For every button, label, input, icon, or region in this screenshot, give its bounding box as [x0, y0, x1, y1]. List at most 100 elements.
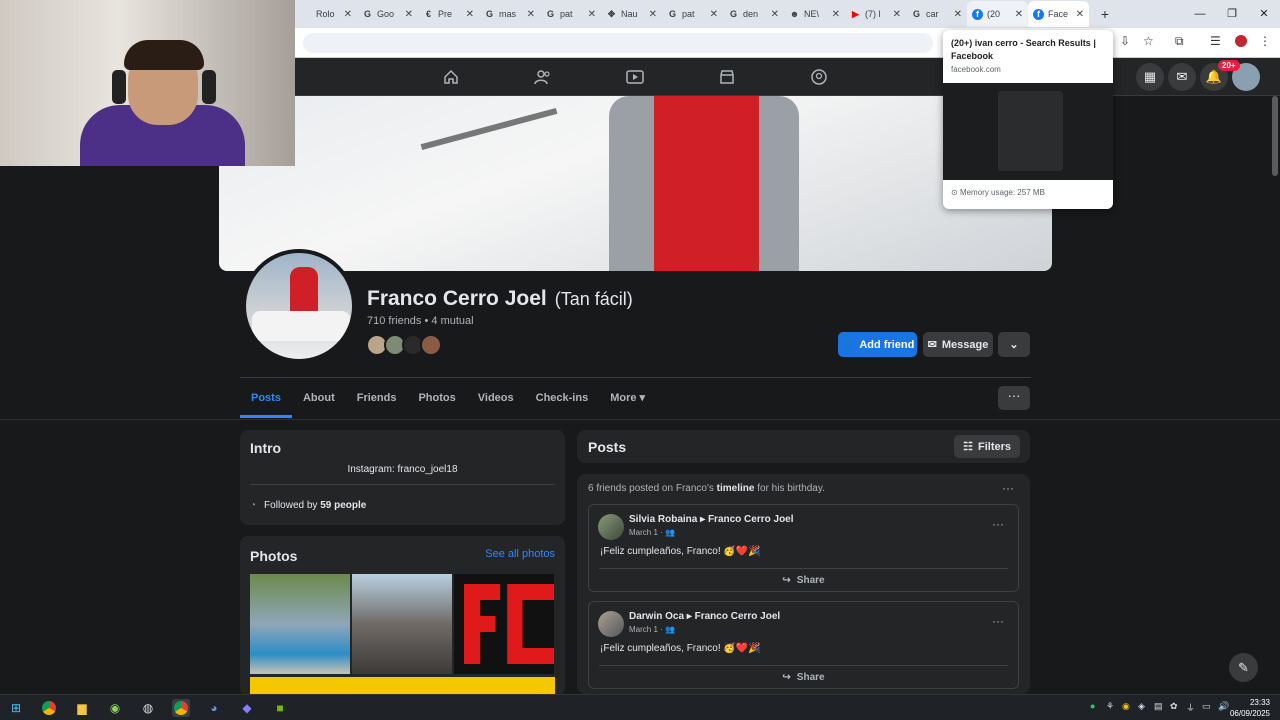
close-tab-icon[interactable]: ✕ [527, 9, 535, 20]
browser-tab[interactable]: ▶ (7) l ✕ [845, 1, 906, 27]
volume-icon[interactable]: 🔊 [1218, 701, 1229, 712]
bookmark-star-icon[interactable]: ☆ [1143, 34, 1154, 48]
new-message-button[interactable]: ✎ [1229, 653, 1258, 682]
close-tab-icon[interactable]: ✕ [344, 9, 352, 20]
tray-icon[interactable]: ⚘ [1106, 701, 1114, 712]
chrome-active-taskbar-icon[interactable] [172, 699, 190, 717]
browser-tab[interactable]: € Pre ✕ [418, 1, 479, 27]
cover-photo[interactable] [219, 96, 1052, 271]
browser-tab[interactable]: Gcar ✕ [906, 1, 967, 27]
mutual-friend-avatar[interactable] [420, 334, 442, 356]
post-item: Silvia Robaina ▸ Franco Cerro Joel March… [588, 504, 1019, 592]
tab-check-ins[interactable]: Check-ins [525, 380, 600, 418]
message-button[interactable]: ✉ Message [923, 332, 993, 357]
tray-icon[interactable]: ◉ [1122, 701, 1130, 712]
post-author-avatar[interactable] [598, 611, 624, 637]
home-icon[interactable] [440, 67, 462, 87]
discord-icon[interactable]: ◕ [205, 699, 223, 717]
post-more-icon[interactable]: ··· [992, 517, 1004, 531]
see-all-photos-link[interactable]: See all photos [485, 548, 555, 560]
tray-icon[interactable]: ◈ [1138, 701, 1145, 712]
reading-list-icon[interactable]: ☰ [1210, 34, 1221, 48]
tray-icon[interactable]: ✿ [1170, 701, 1178, 712]
install-icon[interactable]: ⇩ [1120, 34, 1130, 48]
mutual-friends-avatars [366, 334, 442, 356]
close-tab-icon[interactable]: ✕ [466, 9, 474, 20]
followers-link[interactable]: 59 people [320, 500, 366, 511]
taskbar-clock[interactable]: 23:33 06/09/2025 [1230, 697, 1270, 719]
menu-grid-icon[interactable]: ▦ [1136, 63, 1164, 91]
timeline-link[interactable]: timeline [717, 483, 755, 494]
browser-tab[interactable]: f Face ✕ [1028, 1, 1089, 27]
more-options-dropdown[interactable]: ⌄ [998, 332, 1030, 357]
tab-photos[interactable]: Photos [407, 380, 466, 418]
app-icon[interactable]: ◆ [238, 699, 256, 717]
extensions-icon[interactable]: ⧉ [1175, 34, 1184, 49]
profile-picture[interactable] [242, 249, 356, 363]
tab-about[interactable]: About [292, 380, 346, 418]
obs-icon[interactable]: ◍ [139, 699, 157, 717]
browser-tab[interactable]: Gpat ✕ [662, 1, 723, 27]
browser-menu-icon[interactable]: ⋮ [1259, 34, 1271, 48]
photo-thumbnail[interactable] [454, 574, 554, 674]
browser-tab[interactable]: G Goo ✕ [357, 1, 418, 27]
file-explorer-icon[interactable]: ▆ [73, 699, 91, 717]
tray-status-icon[interactable]: ● [1090, 701, 1095, 711]
browser-tab[interactable]: ☻ NE\ ✕ [784, 1, 845, 27]
close-tab-icon[interactable]: ✕ [1076, 9, 1084, 20]
tab-friends[interactable]: Friends [346, 380, 408, 418]
minimize-button[interactable]: — [1184, 0, 1216, 28]
close-tab-icon[interactable]: ✕ [771, 9, 779, 20]
browser-tab[interactable]: ✥ Nau ✕ [601, 1, 662, 27]
filters-button[interactable]: ☷ Filters [954, 435, 1020, 458]
browser-tab[interactable]: f (20 ✕ [967, 1, 1028, 27]
post-more-icon[interactable]: ··· [992, 614, 1004, 628]
tab-posts[interactable]: Posts [240, 380, 292, 418]
close-tab-icon[interactable]: ✕ [832, 9, 840, 20]
tab-more[interactable]: More ▾ [599, 380, 656, 418]
browser-tab[interactable]: Rolo ✕ [296, 1, 357, 27]
post-author-avatar[interactable] [598, 514, 624, 540]
close-tab-icon[interactable]: ✕ [710, 9, 718, 20]
tray-icon[interactable]: ▤ [1154, 701, 1163, 712]
video-icon[interactable] [624, 67, 646, 87]
close-window-button[interactable]: ✕ [1248, 0, 1280, 28]
nvidia-icon[interactable]: ■ [271, 699, 289, 717]
share-button[interactable]: ↪ Share [599, 568, 1008, 592]
chrome-taskbar-icon[interactable] [40, 699, 58, 717]
groups-icon[interactable] [808, 67, 830, 87]
share-button[interactable]: ↪ Share [599, 665, 1008, 689]
friends-count[interactable]: 710 friends • 4 mutual [367, 315, 474, 327]
marketplace-icon[interactable] [716, 67, 738, 87]
app-icon[interactable]: ◉ [106, 699, 124, 717]
tray-icon[interactable]: ⏚ [1186, 701, 1195, 714]
tab-favicon-icon: f [972, 8, 983, 20]
photo-thumbnail[interactable] [352, 574, 452, 674]
tab-videos[interactable]: Videos [467, 380, 525, 418]
close-tab-icon[interactable]: ✕ [649, 9, 657, 20]
close-tab-icon[interactable]: ✕ [1015, 9, 1023, 20]
network-icon[interactable]: ▭ [1202, 701, 1211, 712]
profile-more-button[interactable]: ··· [998, 386, 1030, 410]
scrollbar[interactable] [1272, 96, 1278, 176]
browser-tab[interactable]: Gpat ✕ [540, 1, 601, 27]
post-author: Silvia Robaina ▸ Franco Cerro Joel [629, 514, 794, 525]
address-bar[interactable]: ⇩ ☆ ⧉ ☰ ⋮ [295, 28, 1280, 58]
summary-more-icon[interactable]: ··· [1002, 481, 1014, 495]
start-icon[interactable]: ⊞ [7, 699, 25, 717]
new-tab-button[interactable]: + [1095, 6, 1115, 22]
browser-avatar[interactable] [1235, 35, 1247, 47]
add-friend-button[interactable]: 👤 Add friend [838, 332, 917, 357]
close-tab-icon[interactable]: ✕ [405, 9, 413, 20]
photo-thumbnail[interactable] [250, 574, 350, 674]
photo-thumbnail-strip[interactable] [250, 677, 555, 694]
friends-icon[interactable] [532, 67, 554, 87]
browser-tab[interactable]: Gmas ✕ [479, 1, 540, 27]
maximize-button[interactable]: ❐ [1216, 0, 1248, 28]
browser-tab[interactable]: Gden ✕ [723, 1, 784, 27]
omnibox[interactable] [303, 33, 933, 53]
close-tab-icon[interactable]: ✕ [954, 9, 962, 20]
close-tab-icon[interactable]: ✕ [588, 9, 596, 20]
close-tab-icon[interactable]: ✕ [893, 9, 901, 20]
messenger-icon[interactable]: ✉ [1168, 63, 1196, 91]
